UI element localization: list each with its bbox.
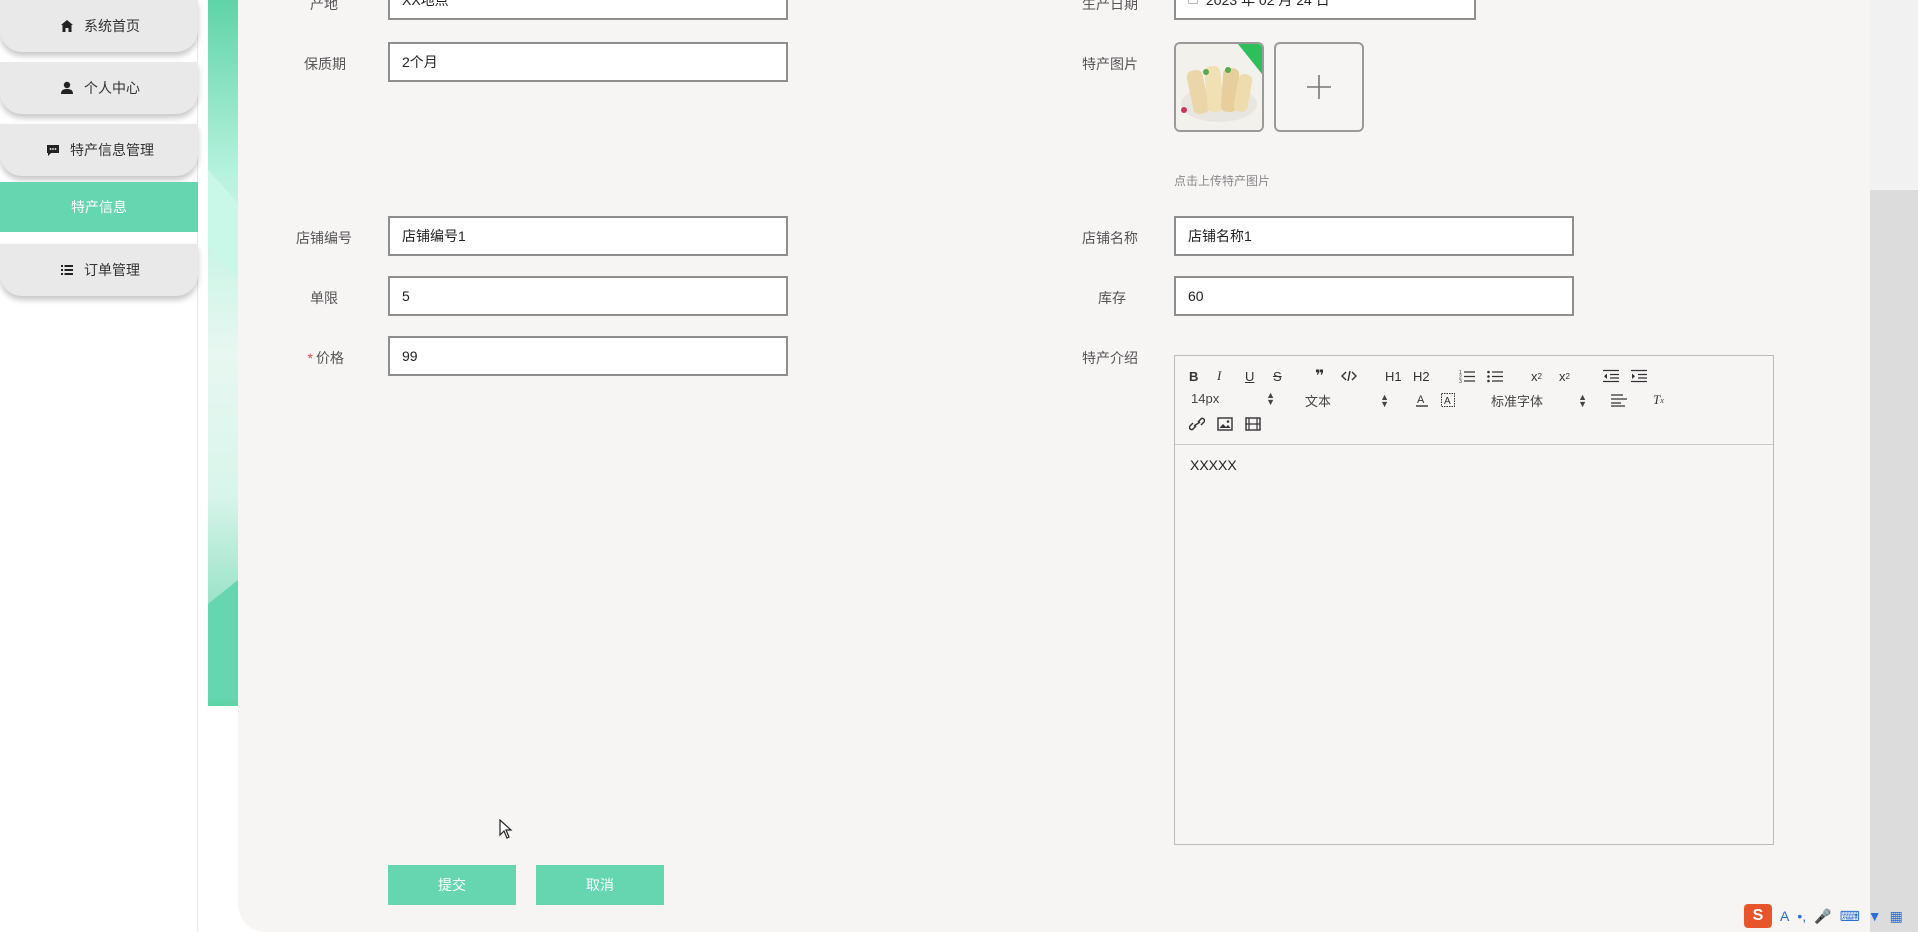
ime-toolbar: S A •, 🎤 ⌨ ▼ ▦ [1738, 900, 1918, 932]
intro-label: 特产介绍 [1082, 350, 1138, 366]
shelf-life-label: 保质期 [304, 56, 346, 72]
sidebar-item-label: 订单管理 [84, 262, 140, 278]
price-label-text: 价格 [316, 350, 344, 366]
font-size-value: 14px [1191, 391, 1220, 406]
svg-text:3: 3 [1459, 379, 1462, 383]
strikethrough-icon[interactable]: S [1273, 367, 1282, 385]
sidebar-item-order-management[interactable]: 订单管理 [0, 244, 198, 296]
clear-format-icon[interactable]: Tx [1653, 391, 1664, 409]
upload-hint: 点击上传特产图片 [1174, 174, 1271, 188]
decorative-shape [208, 580, 238, 700]
superscript-icon[interactable]: x2 [1559, 367, 1570, 385]
calendar-icon [1188, 0, 1198, 4]
select-arrows-icon: ▲ ▼ [1266, 389, 1275, 407]
ordered-list-icon[interactable]: 123 [1459, 367, 1475, 385]
production-date-value: 2023 年 02 月 24 日 [1206, 0, 1330, 8]
h1-icon: H1 [1385, 368, 1402, 384]
sidebar-item-home[interactable]: 系统首页 [0, 0, 198, 52]
upload-image-button[interactable] [1274, 42, 1364, 132]
select-arrows-icon: ▲ ▼ [1578, 391, 1587, 409]
sogou-logo-icon[interactable]: S [1744, 904, 1772, 928]
subscript-icon[interactable]: x2 [1531, 367, 1542, 385]
home-icon [58, 17, 76, 35]
shop-no-label: 店铺编号 [296, 230, 352, 246]
price-label: * 价格 [296, 348, 344, 368]
stock-label: 库存 [1098, 290, 1126, 306]
indent-icon[interactable] [1631, 367, 1647, 385]
blockquote-icon[interactable]: ❞ [1315, 367, 1324, 385]
sidebar-item-label: 个人中心 [84, 80, 140, 96]
header-select[interactable]: 文本 ▲ ▼ [1305, 391, 1389, 410]
align-icon[interactable] [1611, 391, 1627, 409]
stock-input[interactable]: 60 [1174, 276, 1574, 316]
editor-toolbar: B I U S ❞ H1 H2 123 x2 x2 14px ▲ ▼ 文本 ▲ ▼ [1175, 356, 1773, 445]
italic-icon[interactable]: I [1217, 367, 1221, 385]
plus-icon [1307, 75, 1331, 99]
bullet-list-icon[interactable] [1487, 367, 1503, 385]
video-icon[interactable] [1245, 415, 1261, 433]
person-icon [58, 79, 76, 97]
heading-2-button[interactable]: H2 [1413, 367, 1430, 385]
toolbox-icon[interactable]: ▦ [1890, 908, 1903, 925]
bold-icon[interactable]: B [1189, 367, 1198, 385]
font-size-select[interactable]: 14px ▲ ▼ [1191, 389, 1275, 407]
shop-no-input[interactable]: 店铺编号1 [388, 216, 788, 256]
list-icon [58, 261, 76, 279]
food-image [1176, 44, 1262, 130]
required-mark: * [307, 350, 313, 366]
image-icon[interactable] [1217, 415, 1233, 433]
heading-1-button[interactable]: H1 [1385, 367, 1402, 385]
shelf-life-input[interactable]: 2个月 [388, 42, 788, 82]
h2-icon: H2 [1413, 368, 1430, 384]
shop-name-label: 店铺名称 [1082, 230, 1138, 246]
sidebar-item-personal-center[interactable]: 个人中心 [0, 62, 198, 114]
specialty-image-label: 特产图片 [1082, 56, 1138, 72]
language-icon[interactable]: A [1780, 908, 1789, 924]
production-date-input[interactable]: 2023 年 02 月 24 日 [1174, 0, 1476, 20]
submit-button[interactable]: 提交 [388, 865, 516, 905]
font-color-icon[interactable]: A [1415, 391, 1429, 409]
link-icon[interactable] [1189, 415, 1205, 433]
outdent-icon[interactable] [1603, 367, 1619, 385]
microphone-icon[interactable]: 🎤 [1814, 908, 1831, 925]
header-select-value: 文本 [1305, 394, 1332, 409]
shop-name-input[interactable]: 店铺名称1 [1174, 216, 1574, 256]
svg-text:A: A [1417, 394, 1425, 406]
origin-input[interactable]: XX地点 [388, 0, 788, 20]
rich-text-editor: B I U S ❞ H1 H2 123 x2 x2 14px ▲ ▼ 文本 ▲ ▼ [1174, 355, 1774, 845]
font-family-select[interactable]: 标准字体 ▲ ▼ [1491, 391, 1587, 410]
font-family-value: 标准字体 [1491, 394, 1544, 409]
punctuation-icon[interactable]: •, [1797, 908, 1806, 924]
select-arrows-icon: ▲ ▼ [1380, 391, 1389, 409]
production-date-label: 生产日期 [1082, 0, 1138, 12]
origin-label: 产地 [310, 0, 338, 12]
sidebar-item-label: 特产信息管理 [70, 142, 154, 158]
chat-icon [44, 141, 62, 159]
keyboard-icon[interactable]: ⌨ [1840, 908, 1860, 925]
scrollbar-thumb[interactable] [1870, 190, 1918, 932]
limit-input[interactable]: 5 [388, 276, 788, 316]
sidebar-item-specialty-management[interactable]: 特产信息管理 [0, 124, 198, 176]
skin-icon[interactable]: ▼ [1868, 908, 1882, 924]
editor-content[interactable]: XXXXX [1175, 445, 1773, 485]
code-block-icon[interactable] [1341, 367, 1357, 385]
page-scrollbar[interactable] [1870, 0, 1918, 932]
specialty-image-thumbnail[interactable] [1174, 42, 1264, 132]
decorative-shape [208, 170, 238, 280]
sidebar: 系统首页 个人中心 特产信息管理 特产信息 订单管理 [0, 0, 198, 932]
sidebar-subitem-specialty-info[interactable]: 特产信息 [0, 182, 198, 232]
mouse-cursor-icon [499, 818, 513, 844]
sidebar-item-label: 特产信息 [71, 199, 127, 215]
decorative-band [208, 0, 238, 706]
svg-text:A: A [1444, 396, 1451, 407]
price-input[interactable]: 99 [388, 336, 788, 376]
underline-icon[interactable]: U [1245, 367, 1254, 385]
sidebar-item-label: 系统首页 [84, 18, 140, 34]
limit-label: 单限 [310, 290, 338, 306]
cancel-button[interactable]: 取消 [536, 865, 664, 905]
background-color-icon[interactable]: A [1441, 391, 1455, 409]
